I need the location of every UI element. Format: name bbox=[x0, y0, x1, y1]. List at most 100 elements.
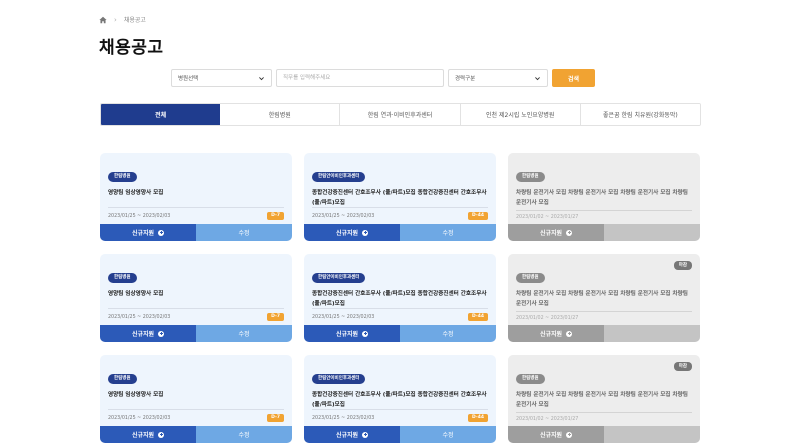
hospital-tabs: 전체 한림병원 한림 연과·이비인후과센터 인천 제2시립 노인요양병원 좋은꿈… bbox=[100, 103, 701, 126]
apply-button-label: 신규지원 bbox=[335, 230, 359, 237]
job-card[interactable]: 한림병원 차량팀 운전기사 모집 차량팀 운전기사 모집 차량팀 운전기사 모집… bbox=[508, 153, 700, 241]
job-card[interactable]: 한림병원 영양팀 임상영양사 모집 2023/01/25 ~ 2023/02/0… bbox=[100, 153, 292, 241]
job-title[interactable]: 종합건강증진센터 간호조무사 (풀/파트)모집 종합건강증진센터 간호조무사 (… bbox=[312, 391, 488, 410]
job-period: 2023/01/25 ~ 2023/02/03 bbox=[108, 213, 171, 219]
job-card[interactable]: 한림병원 마감 차량팀 운전기사 모집 차량팀 운전기사 모집 차량팀 운전기사… bbox=[508, 254, 700, 342]
job-meta: 2023/01/25 ~ 2023/02/03 D-7 bbox=[108, 207, 284, 220]
apply-button[interactable]: 신규지원 bbox=[508, 325, 604, 342]
apply-button[interactable]: 신규지원 bbox=[508, 224, 604, 241]
job-card-actions: 신규지원 수정 bbox=[100, 224, 292, 241]
plus-circle-icon bbox=[566, 431, 573, 438]
job-period: 2023/01/02 ~ 2023/01/27 bbox=[516, 417, 579, 422]
plus-circle-icon bbox=[566, 330, 573, 337]
job-card[interactable]: 한림안이비인후과센터 종합건강증진센터 간호조무사 (풀/파트)모집 종합건강증… bbox=[304, 254, 496, 342]
job-card-actions: 신규지원 수정 bbox=[100, 426, 292, 443]
home-icon[interactable] bbox=[99, 16, 107, 24]
plus-circle-icon bbox=[362, 330, 369, 337]
job-card-actions: 신규지원 bbox=[508, 325, 700, 342]
chevron-down-icon bbox=[535, 76, 540, 80]
dday-badge: D-44 bbox=[468, 212, 488, 220]
job-card[interactable]: 한림병원 마감 차량팀 운전기사 모집 차량팀 운전기사 모집 차량팀 운전기사… bbox=[508, 355, 700, 443]
job-period: 2023/01/25 ~ 2023/02/03 bbox=[312, 213, 375, 219]
tab-eye-ent-center[interactable]: 한림 연과·이비인후과센터 bbox=[340, 104, 461, 125]
hospital-select-value: 병원선택 bbox=[178, 76, 199, 82]
plus-circle-icon bbox=[362, 431, 369, 438]
job-card-actions: 신규지원 bbox=[508, 224, 700, 241]
apply-button-label: 신규지원 bbox=[131, 432, 155, 439]
edit-button[interactable] bbox=[604, 224, 700, 241]
job-card[interactable]: 한림병원 영양팀 임상영양사 모집 2023/01/25 ~ 2023/02/0… bbox=[100, 355, 292, 443]
dday-badge: D-44 bbox=[468, 414, 488, 422]
job-card-actions: 신규지원 수정 bbox=[304, 325, 496, 342]
tab-all[interactable]: 전체 bbox=[101, 104, 221, 125]
apply-button-label: 신규지원 bbox=[539, 230, 563, 237]
job-title[interactable]: 종합건강증진센터 간호조무사 (풀/파트)모집 종합건강증진센터 간호조무사 (… bbox=[312, 189, 488, 208]
job-card-body: 한림병원 마감 차량팀 운전기사 모집 차량팀 운전기사 모집 차량팀 운전기사… bbox=[508, 355, 700, 426]
plus-circle-icon bbox=[362, 229, 369, 236]
apply-button-label: 신규지원 bbox=[131, 230, 155, 237]
job-card[interactable]: 한림안이비인후과센터 종합건강증진센터 간호조무사 (풀/파트)모집 종합건강증… bbox=[304, 153, 496, 241]
job-meta: 2023/01/25 ~ 2023/02/03 D-44 bbox=[312, 308, 488, 321]
tab-healing-center[interactable]: 좋은꿈 한림 치유원(강화동막) bbox=[580, 104, 700, 125]
edit-button[interactable]: 수정 bbox=[400, 426, 496, 443]
job-card-body: 한림병원 영양팀 임상영양사 모집 2023/01/25 ~ 2023/02/0… bbox=[100, 153, 292, 224]
plus-circle-icon bbox=[158, 330, 165, 337]
hospital-badge: 한림병원 bbox=[108, 273, 137, 283]
hospital-badge: 한림안이비인후과센터 bbox=[312, 172, 366, 182]
edit-button-label: 수정 bbox=[442, 432, 454, 439]
edit-button[interactable]: 수정 bbox=[196, 325, 292, 342]
job-card-body: 한림병원 마감 차량팀 운전기사 모집 차량팀 운전기사 모집 차량팀 운전기사… bbox=[508, 254, 700, 325]
apply-button-label: 신규지원 bbox=[131, 331, 155, 338]
job-card[interactable]: 한림병원 영양팀 임상영양사 모집 2023/01/25 ~ 2023/02/0… bbox=[100, 254, 292, 342]
job-card-body: 한림병원 영양팀 임상영양사 모집 2023/01/25 ~ 2023/02/0… bbox=[100, 355, 292, 426]
job-card-actions: 신규지원 수정 bbox=[100, 325, 292, 342]
hospital-select[interactable]: 병원선택 bbox=[171, 69, 272, 87]
job-period: 2023/01/25 ~ 2023/02/03 bbox=[312, 314, 375, 320]
job-card-body: 한림병원 영양팀 임상영양사 모집 2023/01/25 ~ 2023/02/0… bbox=[100, 254, 292, 325]
apply-button[interactable]: 신규지원 bbox=[100, 426, 196, 443]
apply-button-label: 신규지원 bbox=[539, 331, 563, 338]
apply-button[interactable]: 신규지원 bbox=[508, 426, 604, 443]
breadcrumb-current: 채용공고 bbox=[123, 17, 146, 24]
chevron-right-icon: › bbox=[114, 15, 117, 24]
tab-incheon-nursing-hospital[interactable]: 인천 제2시립 노인요양병원 bbox=[460, 104, 581, 125]
tab-hallym-hospital[interactable]: 한림병원 bbox=[220, 104, 341, 125]
hospital-badge: 한림병원 bbox=[516, 172, 545, 182]
career-select[interactable]: 경력구분 bbox=[448, 69, 548, 87]
breadcrumb: › 채용공고 bbox=[99, 15, 146, 24]
plus-circle-icon bbox=[158, 431, 165, 438]
job-title[interactable]: 영양팀 임상영양사 모집 bbox=[108, 189, 284, 208]
edit-button[interactable] bbox=[604, 426, 700, 443]
edit-button[interactable]: 수정 bbox=[196, 426, 292, 443]
job-meta: 2023/01/25 ~ 2023/02/03 D-44 bbox=[312, 409, 488, 422]
edit-button[interactable] bbox=[604, 325, 700, 342]
job-period: 2023/01/25 ~ 2023/02/03 bbox=[312, 415, 375, 421]
dday-badge: D-7 bbox=[267, 313, 284, 321]
hospital-badge: 한림안이비인후과센터 bbox=[312, 273, 366, 283]
hospital-badge: 한림병원 bbox=[516, 273, 545, 283]
job-title[interactable]: 종합건강증진센터 간호조무사 (풀/파트)모집 종합건강증진센터 간호조무사 (… bbox=[312, 290, 488, 309]
apply-button[interactable]: 신규지원 bbox=[100, 224, 196, 241]
edit-button[interactable]: 수정 bbox=[400, 325, 496, 342]
career-select-value: 경력구분 bbox=[455, 76, 476, 82]
job-title[interactable]: 차량팀 운전기사 모집 차량팀 운전기사 모집 차량팀 운전기사 모집 차량팀 … bbox=[516, 290, 692, 309]
page-title: 채용공고 bbox=[99, 38, 164, 58]
job-title[interactable]: 차량팀 운전기사 모집 차량팀 운전기사 모집 차량팀 운전기사 모집 차량팀 … bbox=[516, 189, 692, 208]
apply-button[interactable]: 신규지원 bbox=[304, 325, 400, 342]
job-meta: 2023/01/02 ~ 2023/01/27 bbox=[516, 311, 692, 321]
job-card[interactable]: 한림안이비인후과센터 종합건강증진센터 간호조무사 (풀/파트)모집 종합건강증… bbox=[304, 355, 496, 443]
search-input[interactable] bbox=[276, 69, 444, 87]
search-button[interactable]: 검색 bbox=[552, 69, 595, 87]
job-period: 2023/01/02 ~ 2023/01/27 bbox=[516, 215, 579, 220]
job-meta: 2023/01/25 ~ 2023/02/03 D-7 bbox=[108, 409, 284, 422]
job-title[interactable]: 영양팀 임상영양사 모집 bbox=[108, 290, 284, 309]
edit-button[interactable]: 수정 bbox=[196, 224, 292, 241]
apply-button[interactable]: 신규지원 bbox=[100, 325, 196, 342]
apply-button[interactable]: 신규지원 bbox=[304, 224, 400, 241]
dday-badge: D-7 bbox=[267, 212, 284, 220]
job-title[interactable]: 차량팀 운전기사 모집 차량팀 운전기사 모집 차량팀 운전기사 모집 차량팀 … bbox=[516, 391, 692, 410]
edit-button[interactable]: 수정 bbox=[400, 224, 496, 241]
job-title[interactable]: 영양팀 임상영양사 모집 bbox=[108, 391, 284, 410]
apply-button[interactable]: 신규지원 bbox=[304, 426, 400, 443]
job-card-body: 한림안이비인후과센터 종합건강증진센터 간호조무사 (풀/파트)모집 종합건강증… bbox=[304, 355, 496, 426]
